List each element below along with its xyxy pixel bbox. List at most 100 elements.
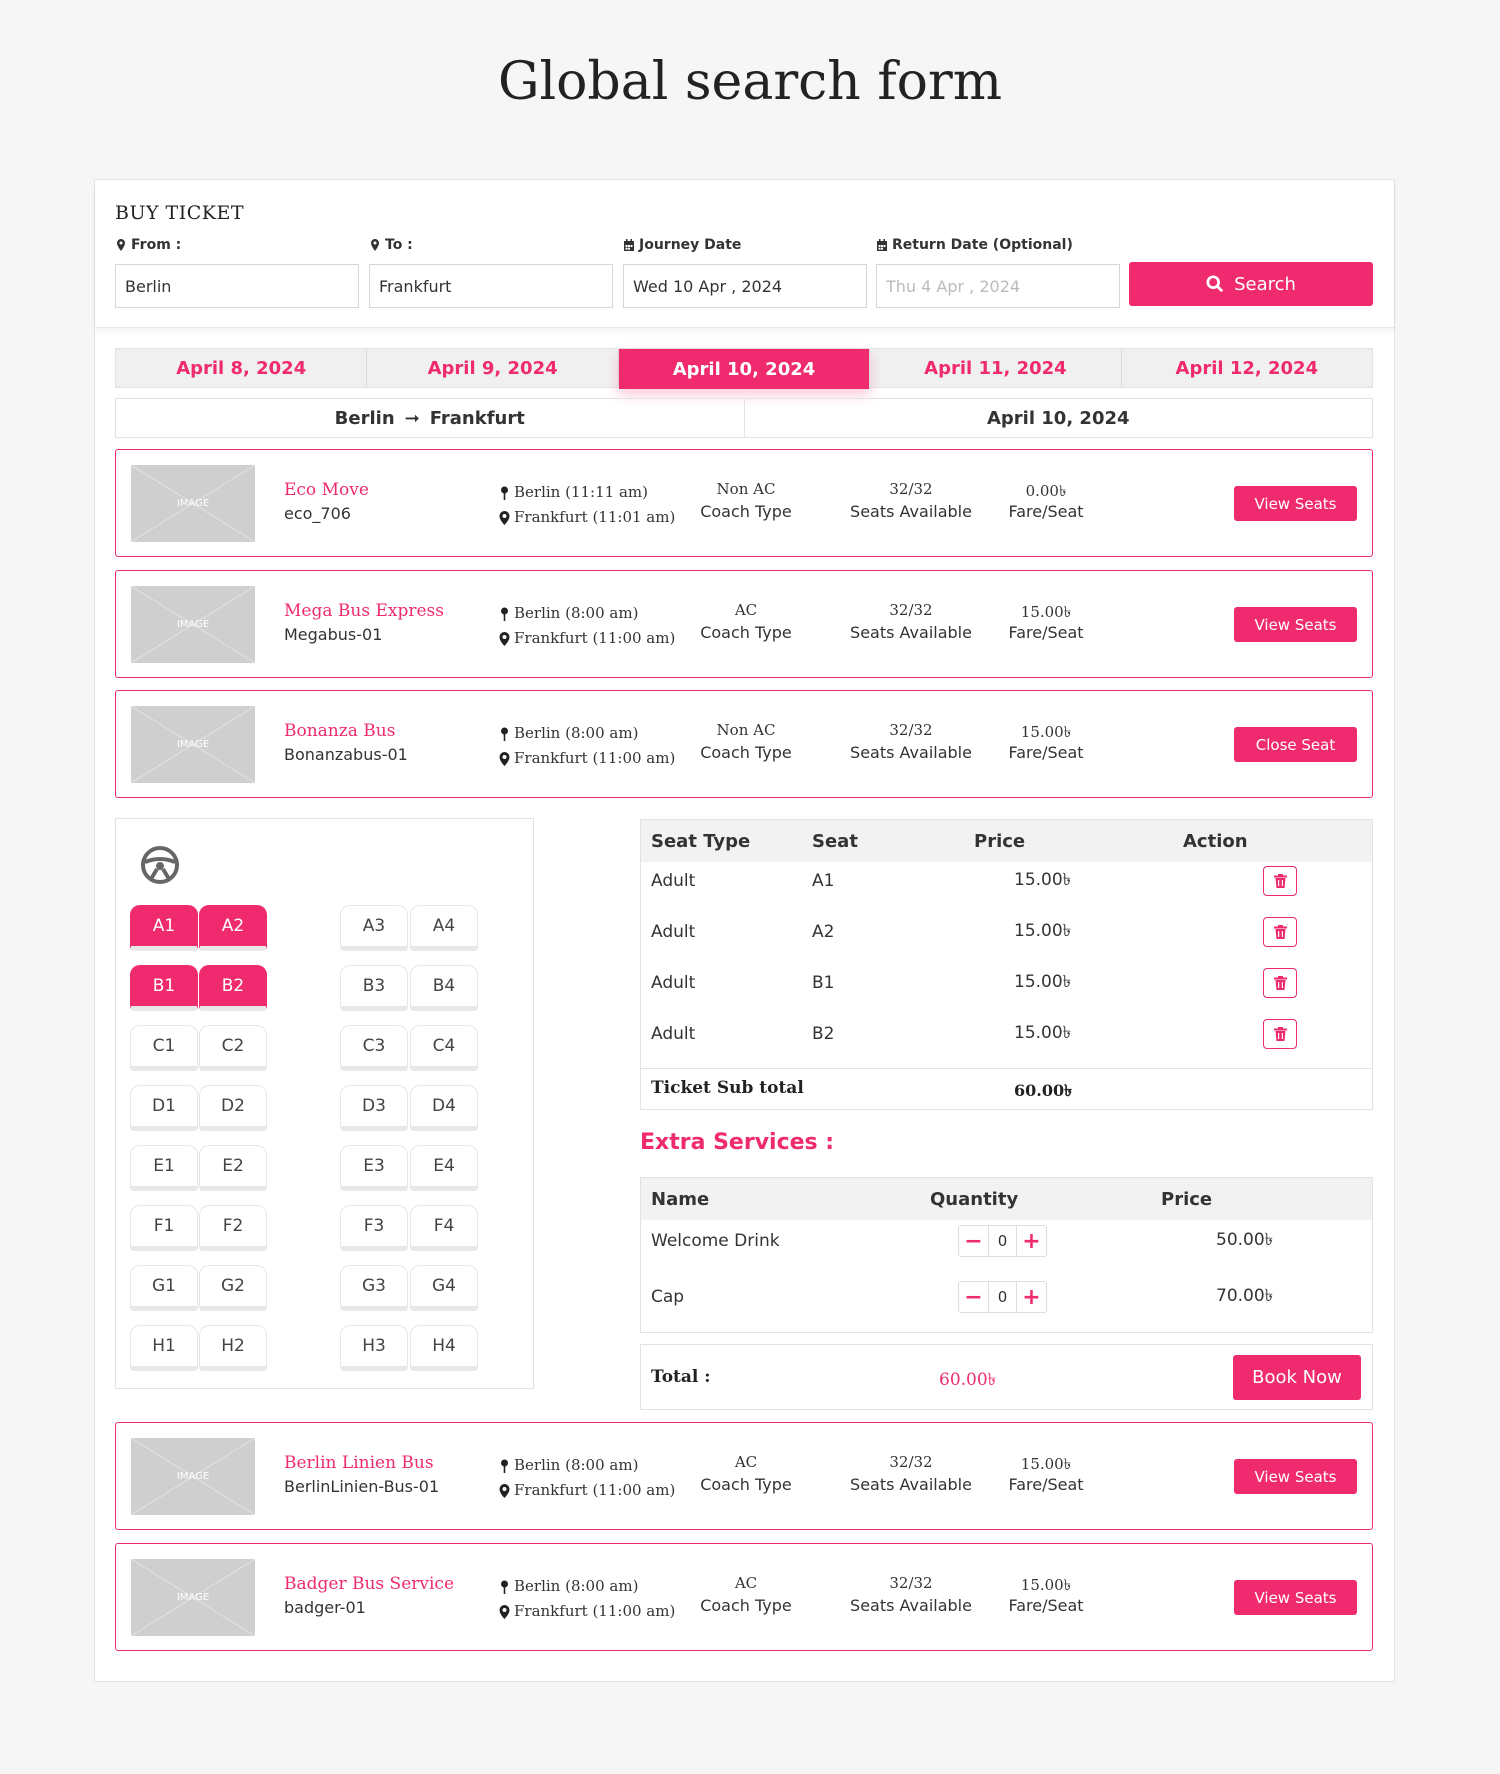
seat-d4[interactable]: D4 xyxy=(410,1085,478,1131)
from-field-group: From : xyxy=(115,235,359,308)
bus-name[interactable]: Bonanza Bus xyxy=(284,721,395,741)
remove-seat-button[interactable] xyxy=(1263,1019,1297,1049)
quantity-stepper: − 0 + xyxy=(958,1281,1047,1313)
book-now-button[interactable]: Book Now xyxy=(1233,1355,1361,1400)
view-seats-button[interactable]: Close Seat xyxy=(1234,727,1357,762)
bus-card: IMAGE Mega Bus Express Megabus-01 Berlin… xyxy=(115,570,1373,678)
fare-label: Fare/Seat xyxy=(1008,1596,1084,1615)
route-to: Frankfurt xyxy=(429,407,525,429)
seat-b3[interactable]: B3 xyxy=(340,965,408,1011)
arrival: Frankfurt (11:00 am) xyxy=(514,629,676,647)
seat-f1[interactable]: F1 xyxy=(130,1205,198,1251)
seat-c3[interactable]: C3 xyxy=(340,1025,408,1071)
departure: Berlin (8:00 am) xyxy=(514,724,639,742)
minus-button[interactable]: − xyxy=(959,1282,988,1312)
date-tab[interactable]: April 11, 2024 xyxy=(870,349,1122,387)
coach-type: Non AC Coach Type xyxy=(686,721,806,762)
date-tab[interactable]: April 8, 2024 xyxy=(116,349,368,387)
seat-f2[interactable]: F2 xyxy=(199,1205,267,1251)
journey-date-input[interactable] xyxy=(623,264,867,308)
seat-h4[interactable]: H4 xyxy=(410,1325,478,1371)
date-tab[interactable]: April 12, 2024 xyxy=(1122,349,1372,387)
bus-name[interactable]: Eco Move xyxy=(284,480,369,500)
remove-seat-button[interactable] xyxy=(1263,917,1297,947)
plus-button[interactable]: + xyxy=(1017,1226,1046,1256)
to-field-group: To : xyxy=(369,235,613,308)
seat-f4[interactable]: F4 xyxy=(410,1205,478,1251)
from-input[interactable] xyxy=(115,264,359,308)
col-header: Price xyxy=(1161,1188,1213,1210)
seats-value: 32/32 xyxy=(889,1574,933,1592)
seat-e3[interactable]: E3 xyxy=(340,1145,408,1191)
seat-b1[interactable]: B1 xyxy=(130,965,198,1011)
seat-d3[interactable]: D3 xyxy=(340,1085,408,1131)
date-tabs: April 8, 2024 April 9, 2024 April 10, 20… xyxy=(115,348,1373,389)
seats-value: 32/32 xyxy=(889,1453,933,1471)
seat-e2[interactable]: E2 xyxy=(199,1145,267,1191)
seat-d2[interactable]: D2 xyxy=(199,1085,267,1131)
service-name: Cap xyxy=(651,1287,685,1307)
view-seats-button[interactable]: View Seats xyxy=(1234,1580,1357,1615)
image-placeholder-text: IMAGE xyxy=(176,619,210,630)
seat-c2[interactable]: C2 xyxy=(199,1025,267,1071)
seat-a1[interactable]: A1 xyxy=(130,905,198,951)
seat-g4[interactable]: G4 xyxy=(410,1265,478,1311)
seat-b2[interactable]: B2 xyxy=(199,965,267,1011)
seats-label: Seats Available xyxy=(850,1596,972,1615)
seat-g2[interactable]: G2 xyxy=(199,1265,267,1311)
date-tab-active[interactable]: April 10, 2024 xyxy=(618,349,871,389)
subtotal-label: Ticket Sub total xyxy=(651,1078,804,1098)
seat-cell: B2 xyxy=(812,1024,835,1044)
total-box: Total : 60.00৳ Book Now xyxy=(640,1344,1373,1410)
remove-seat-button[interactable] xyxy=(1263,866,1297,896)
departure: Berlin (11:11 am) xyxy=(514,483,648,501)
seat-c4[interactable]: C4 xyxy=(410,1025,478,1071)
trash-icon xyxy=(1273,874,1287,888)
bus-name[interactable]: Badger Bus Service xyxy=(284,1574,454,1594)
seat-g1[interactable]: G1 xyxy=(130,1265,198,1311)
quantity-value[interactable]: 0 xyxy=(988,1226,1017,1256)
seat-a3[interactable]: A3 xyxy=(340,905,408,951)
journey-date-label: Journey Date xyxy=(639,237,742,253)
seat-c1[interactable]: C1 xyxy=(130,1025,198,1071)
col-header: Action xyxy=(1183,830,1248,852)
seat-g3[interactable]: G3 xyxy=(340,1265,408,1311)
fare-label: Fare/Seat xyxy=(1008,623,1084,642)
view-seats-button[interactable]: View Seats xyxy=(1234,486,1357,521)
seats-label: Seats Available xyxy=(850,743,972,762)
coach-value: AC xyxy=(734,601,758,619)
seat-e4[interactable]: E4 xyxy=(410,1145,478,1191)
seat-e1[interactable]: E1 xyxy=(130,1145,198,1191)
seat-a2[interactable]: A2 xyxy=(199,905,267,951)
seats-available: 32/32 Seats Available xyxy=(831,1453,991,1494)
coach-label: Coach Type xyxy=(700,1475,792,1494)
seats-available: 32/32 Seats Available xyxy=(831,1574,991,1615)
to-input[interactable] xyxy=(369,264,613,308)
seat-h3[interactable]: H3 xyxy=(340,1325,408,1371)
view-seats-button[interactable]: View Seats xyxy=(1234,1459,1357,1494)
seat-f3[interactable]: F3 xyxy=(340,1205,408,1251)
search-button[interactable]: Search xyxy=(1129,262,1373,306)
seat-d1[interactable]: D1 xyxy=(130,1085,198,1131)
coach-type: AC Coach Type xyxy=(686,1453,806,1494)
fare-value: 15.00৳ xyxy=(1020,1576,1072,1594)
route-date: April 10, 2024 xyxy=(986,407,1130,429)
col-header: Seat Type xyxy=(651,830,751,852)
seat-h1[interactable]: H1 xyxy=(130,1325,198,1371)
calendar-icon xyxy=(624,239,634,251)
quantity-value[interactable]: 0 xyxy=(988,1282,1017,1312)
view-seats-button[interactable]: View Seats xyxy=(1234,607,1357,642)
return-date-input[interactable] xyxy=(876,264,1120,308)
seat-a4[interactable]: A4 xyxy=(410,905,478,951)
minus-button[interactable]: − xyxy=(959,1226,988,1256)
seat-b4[interactable]: B4 xyxy=(410,965,478,1011)
map-marker-icon xyxy=(499,510,510,525)
plus-button[interactable]: + xyxy=(1017,1282,1046,1312)
bus-name[interactable]: Mega Bus Express xyxy=(284,601,444,621)
seat-h2[interactable]: H2 xyxy=(199,1325,267,1371)
remove-seat-button[interactable] xyxy=(1263,968,1297,998)
date-tab[interactable]: April 9, 2024 xyxy=(367,349,619,387)
bus-name[interactable]: Berlin Linien Bus xyxy=(284,1453,434,1473)
coach-label: Coach Type xyxy=(700,743,792,762)
seat-cell: A2 xyxy=(812,922,835,942)
